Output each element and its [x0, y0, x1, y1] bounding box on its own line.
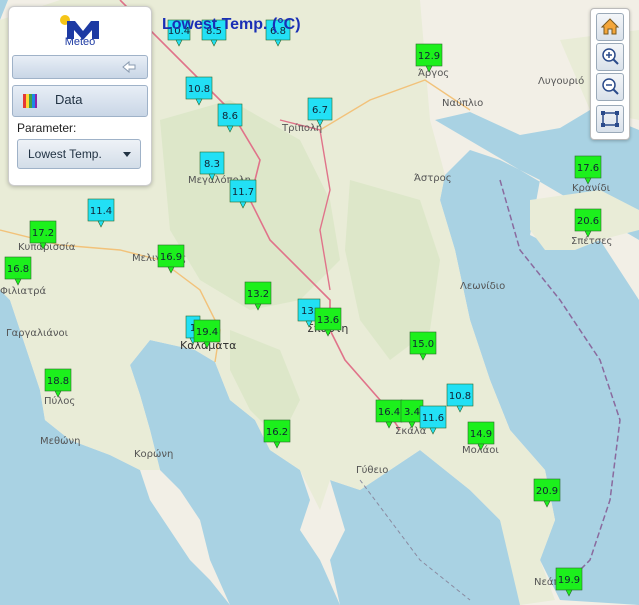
zoom-out-button[interactable] [596, 73, 624, 101]
marker-value: 3.4 [404, 407, 420, 418]
marker-value: 15.0 [412, 339, 434, 350]
place-label: Κρανίδι [572, 182, 611, 194]
back-arrow-icon [122, 60, 136, 74]
home-icon [600, 18, 620, 35]
marker-value: 16.2 [266, 427, 288, 438]
place-label: Γαργαλιάνοι [6, 327, 69, 339]
marker-value: 19.9 [558, 575, 580, 586]
marker-value: 16.8 [7, 264, 29, 275]
chevron-down-icon [123, 152, 131, 157]
marker-value: 10.8 [449, 391, 471, 402]
marker-value: 13. [301, 306, 317, 317]
map-title: Lowest Temp. (°C) [162, 16, 301, 33]
parameter-select-value: Lowest Temp. [28, 147, 102, 161]
collapse-button[interactable] [12, 55, 148, 79]
marker-value: 10.8 [188, 84, 210, 95]
marker-value: 20.6 [577, 216, 599, 227]
place-label: Άργος [418, 67, 449, 79]
marker-value: 16.4 [378, 407, 400, 418]
home-button[interactable] [596, 13, 624, 41]
palette-icon [23, 94, 37, 108]
zoom-in-icon [602, 48, 619, 65]
zoom-in-button[interactable] [596, 43, 624, 71]
marker-value: 20.9 [536, 486, 558, 497]
marker-value: 17.6 [577, 163, 599, 174]
marker-value: 11.6 [422, 413, 444, 424]
zoom-out-icon [602, 78, 619, 95]
marker-value: 11.4 [90, 206, 112, 217]
marker-value: 17.2 [32, 228, 54, 239]
parameter-label: Parameter: [17, 121, 77, 135]
marker-value: 8.6 [222, 111, 238, 122]
place-label: Κορώνη [134, 448, 173, 460]
marker-value: 13.6 [317, 315, 339, 326]
place-label: Ναύπλιο [442, 97, 483, 109]
place-label: Φιλιατρά [0, 285, 47, 297]
marker-value: 8.3 [204, 159, 220, 170]
marker-value: 6.7 [312, 105, 328, 116]
place-label: Μεθώνη [40, 435, 80, 447]
marker-value: 13.2 [247, 289, 269, 300]
logo-text: Meteo [64, 36, 96, 48]
place-label: Πύλος [44, 395, 75, 407]
place-label: Γύθειο [356, 464, 388, 476]
marker-value: 16.9 [160, 252, 182, 263]
marker-value: 19.4 [196, 327, 218, 338]
map-toolbar [590, 8, 630, 140]
data-button[interactable]: Data [12, 85, 148, 117]
marker-value: 18.8 [47, 376, 69, 387]
marker-value: 12.9 [418, 51, 440, 62]
extent-icon [601, 111, 619, 127]
place-label: Άστρος [414, 172, 452, 184]
place-label: Τρίπολη [281, 122, 322, 134]
marker-value: 11.7 [232, 187, 254, 198]
place-label: Σπέτσες [571, 235, 612, 247]
marker-value: 14.9 [470, 429, 492, 440]
full-extent-button[interactable] [596, 105, 624, 133]
place-label: Λεωνίδιο [460, 280, 505, 292]
control-panel: Meteo Data Parameter: Lowest Temp. [8, 6, 152, 186]
parameter-select[interactable]: Lowest Temp. [17, 139, 141, 169]
data-button-label: Data [55, 92, 83, 107]
place-label: Λυγουριό [538, 75, 584, 87]
